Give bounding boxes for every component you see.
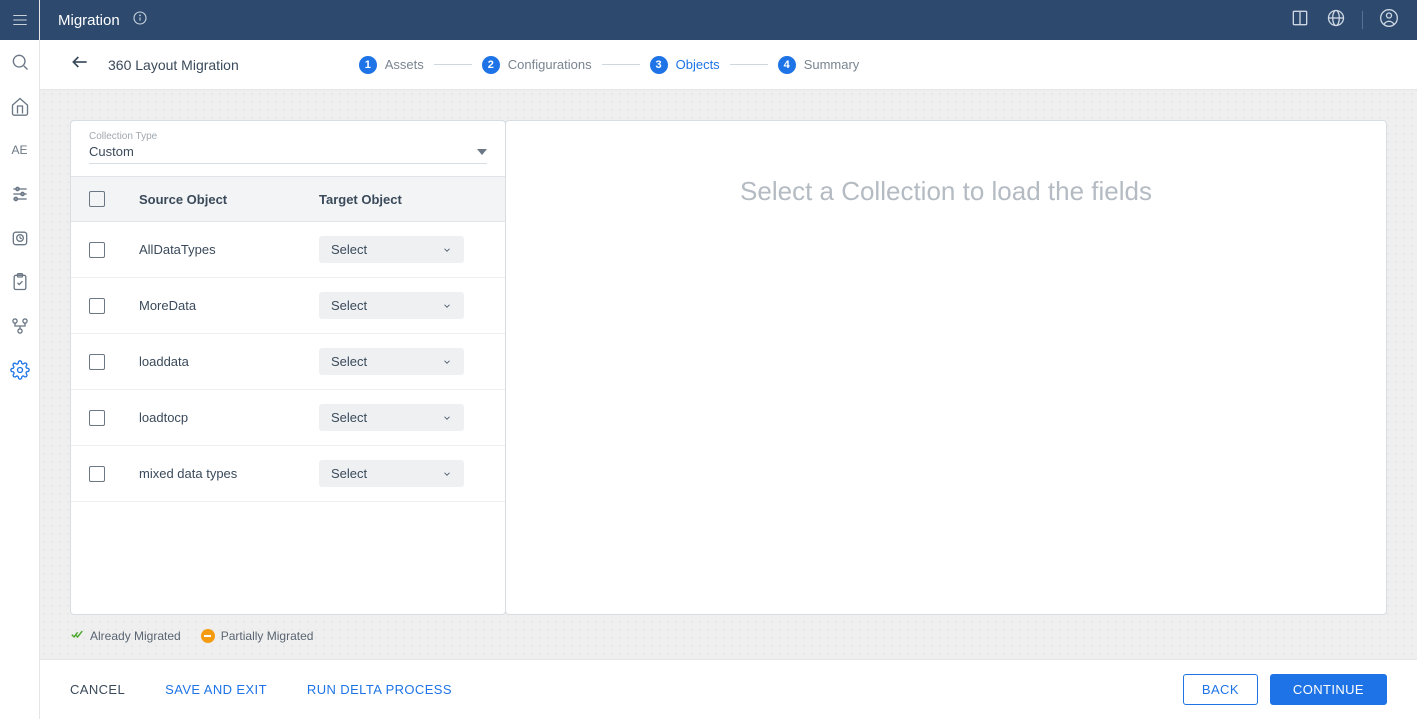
minus-circle-icon	[201, 629, 215, 643]
row-checkbox[interactable]	[89, 242, 105, 258]
step-line	[730, 64, 768, 65]
table-row: mixed data types Select	[71, 446, 505, 502]
search-icon[interactable]	[0, 40, 40, 84]
legend-already: Already Migrated	[70, 627, 181, 644]
step-line	[602, 64, 640, 65]
org-icon[interactable]	[0, 304, 40, 348]
legend: Already Migrated Partially Migrated	[70, 627, 1387, 644]
chevron-down-icon	[442, 245, 452, 255]
main-area: Migration	[40, 0, 1417, 719]
clock-icon[interactable]	[0, 216, 40, 260]
step-configurations[interactable]: 2 Configurations	[482, 56, 592, 74]
globe-icon[interactable]	[1326, 8, 1346, 33]
row-checkbox[interactable]	[89, 354, 105, 370]
chevron-down-icon	[442, 357, 452, 367]
avatar-icon[interactable]	[1379, 8, 1399, 33]
clipboard-icon[interactable]	[0, 260, 40, 304]
step-line	[434, 64, 472, 65]
breadcrumb: 360 Layout Migration	[108, 57, 239, 73]
target-select[interactable]: Select	[319, 348, 464, 375]
save-and-exit-button[interactable]: SAVE AND EXIT	[165, 682, 267, 697]
row-checkbox[interactable]	[89, 298, 105, 314]
source-object: loaddata	[139, 354, 319, 369]
legend-partially: Partially Migrated	[201, 629, 314, 643]
target-select[interactable]: Select	[319, 292, 464, 319]
run-delta-button[interactable]: RUN DELTA PROCESS	[307, 682, 452, 697]
check-icon	[70, 627, 84, 644]
back-arrow-icon[interactable]	[70, 52, 90, 77]
footer: CANCEL SAVE AND EXIT RUN DELTA PROCESS B…	[40, 659, 1417, 719]
col-target: Target Object	[319, 192, 402, 207]
home-icon[interactable]	[0, 84, 40, 128]
divider	[1362, 11, 1363, 29]
cancel-button[interactable]: CANCEL	[70, 682, 125, 697]
book-icon[interactable]	[1290, 8, 1310, 33]
table-header: Source Object Target Object	[71, 176, 505, 222]
stepper: 1 Assets 2 Configurations 3 Objects 4 Su…	[359, 56, 860, 74]
header-checkbox[interactable]	[89, 191, 105, 207]
gear-icon[interactable]	[0, 348, 40, 392]
page-title: Migration	[58, 12, 120, 29]
chevron-down-icon	[442, 301, 452, 311]
chevron-down-icon	[442, 413, 452, 423]
ae-icon[interactable]: AE	[0, 128, 40, 172]
source-object: mixed data types	[139, 466, 319, 481]
chevron-down-icon	[442, 469, 452, 479]
back-button[interactable]: BACK	[1183, 674, 1258, 705]
target-select[interactable]: Select	[319, 236, 464, 263]
left-panel: Collection Type Custom Source Object Tar…	[70, 120, 506, 615]
chevron-down-icon	[477, 147, 487, 157]
table-row: loadtocp Select	[71, 390, 505, 446]
target-select[interactable]: Select	[319, 460, 464, 487]
col-source: Source Object	[139, 192, 319, 207]
right-panel-placeholder: Select a Collection to load the fields	[740, 176, 1152, 207]
step-objects[interactable]: 3 Objects	[650, 56, 720, 74]
step-assets[interactable]: 1 Assets	[359, 56, 424, 74]
continue-button[interactable]: CONTINUE	[1270, 674, 1387, 705]
step-summary[interactable]: 4 Summary	[778, 56, 860, 74]
source-object: MoreData	[139, 298, 319, 313]
collection-type-select[interactable]: Collection Type Custom	[71, 121, 505, 176]
collection-value: Custom	[89, 144, 134, 159]
row-checkbox[interactable]	[89, 410, 105, 426]
hamburger-menu[interactable]	[0, 0, 39, 40]
target-select[interactable]: Select	[319, 404, 464, 431]
table-row: AllDataTypes Select	[71, 222, 505, 278]
sliders-icon[interactable]	[0, 172, 40, 216]
source-object: AllDataTypes	[139, 242, 319, 257]
info-icon[interactable]	[132, 10, 148, 31]
source-object: loadtocp	[139, 410, 319, 425]
content: Collection Type Custom Source Object Tar…	[40, 90, 1417, 659]
table-row: MoreData Select	[71, 278, 505, 334]
table-row: loaddata Select	[71, 334, 505, 390]
row-checkbox[interactable]	[89, 466, 105, 482]
subheader: 360 Layout Migration 1 Assets 2 Configur…	[40, 40, 1417, 90]
left-rail: AE	[0, 0, 40, 719]
topbar: Migration	[40, 0, 1417, 40]
right-panel: Select a Collection to load the fields	[505, 120, 1387, 615]
